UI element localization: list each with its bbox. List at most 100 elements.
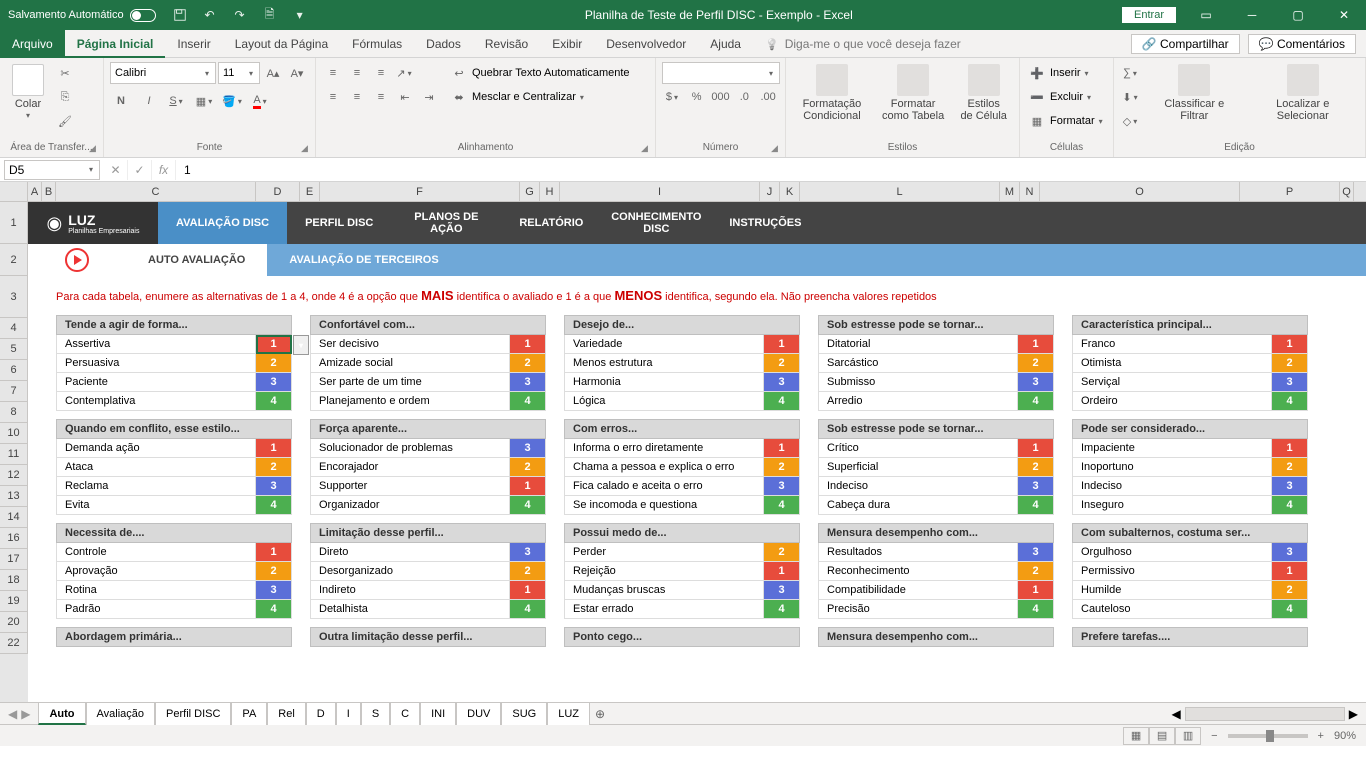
- row-header[interactable]: 7: [0, 381, 28, 402]
- row-header[interactable]: 5: [0, 339, 28, 360]
- nav-tab[interactable]: INSTRUÇÕES: [711, 202, 819, 244]
- select-all-corner[interactable]: [0, 182, 28, 201]
- increase-indent-icon[interactable]: ⇥: [418, 86, 440, 108]
- border-icon[interactable]: ▦: [194, 90, 216, 112]
- nav-tab[interactable]: CONHECIMENTO DISC: [601, 202, 711, 244]
- table-value-cell[interactable]: 4: [1018, 496, 1054, 515]
- name-box[interactable]: D5: [4, 160, 100, 180]
- table-value-cell[interactable]: 3: [764, 373, 800, 392]
- table-value-cell[interactable]: 1: [1018, 335, 1054, 354]
- sheet-tab[interactable]: INI: [420, 703, 456, 725]
- dialog-launcher-icon[interactable]: ◢: [771, 143, 783, 155]
- decrease-indent-icon[interactable]: ⇤: [394, 86, 416, 108]
- autosum-icon[interactable]: ∑: [1120, 62, 1142, 84]
- increase-font-icon[interactable]: A▴: [262, 62, 284, 84]
- table-value-cell[interactable]: 2: [256, 354, 292, 373]
- table-value-cell[interactable]: 1: [1018, 439, 1054, 458]
- table-value-cell[interactable]: 4: [510, 392, 546, 411]
- table-value-cell[interactable]: 3: [256, 477, 292, 496]
- dialog-launcher-icon[interactable]: ◢: [301, 143, 313, 155]
- table-value-cell[interactable]: 3: [510, 439, 546, 458]
- row-header[interactable]: 1: [0, 202, 28, 244]
- cell-styles-button[interactable]: Estilos de Célula: [954, 62, 1013, 124]
- table-value-cell[interactable]: 2: [510, 458, 546, 477]
- sheet-tab[interactable]: Auto: [38, 703, 85, 725]
- clear-icon[interactable]: ◇: [1120, 110, 1142, 132]
- zoom-slider[interactable]: [1228, 734, 1308, 738]
- row-header[interactable]: 8: [0, 402, 28, 423]
- delete-cells-button[interactable]: ➖Excluir: [1026, 86, 1107, 108]
- row-header[interactable]: 16: [0, 528, 28, 549]
- table-value-cell[interactable]: 2: [1018, 562, 1054, 581]
- zoom-in-icon[interactable]: +: [1318, 730, 1324, 742]
- hscroll-left-icon[interactable]: ◀: [1172, 707, 1181, 721]
- copy-icon[interactable]: ⎘: [54, 86, 76, 108]
- ribbon-tab-dados[interactable]: Dados: [414, 30, 473, 58]
- table-value-cell[interactable]: 2: [1018, 458, 1054, 477]
- zoom-level[interactable]: 90%: [1334, 730, 1356, 742]
- table-value-cell[interactable]: 4: [764, 392, 800, 411]
- page-break-view-icon[interactable]: ▥: [1175, 727, 1201, 745]
- table-value-cell[interactable]: 3: [1272, 477, 1308, 496]
- table-value-cell[interactable]: 3: [510, 543, 546, 562]
- signin-button[interactable]: Entrar: [1122, 7, 1176, 23]
- table-value-cell[interactable]: 2: [510, 562, 546, 581]
- sheet-tab[interactable]: PA: [231, 703, 267, 725]
- table-value-cell[interactable]: 1: [256, 335, 292, 354]
- maximize-icon[interactable]: ▢: [1276, 0, 1320, 30]
- table-value-cell[interactable]: 4: [256, 600, 292, 619]
- column-header[interactable]: D: [256, 182, 300, 201]
- redo-icon[interactable]: ↷: [232, 7, 248, 23]
- ribbon-tab-fórmulas[interactable]: Fórmulas: [340, 30, 414, 58]
- number-format-combo[interactable]: [662, 62, 780, 84]
- table-value-cell[interactable]: 1: [1018, 581, 1054, 600]
- column-header[interactable]: A: [28, 182, 42, 201]
- table-value-cell[interactable]: 1: [764, 335, 800, 354]
- tellme-search[interactable]: Diga-me o que você deseja fazer: [765, 37, 961, 51]
- font-name-combo[interactable]: Calibri: [110, 62, 216, 84]
- ribbon-tab-layout-da-página[interactable]: Layout da Página: [223, 30, 340, 58]
- decrease-decimal-icon[interactable]: .00: [757, 86, 779, 108]
- table-value-cell[interactable]: 2: [1272, 458, 1308, 477]
- ribbon-tab-exibir[interactable]: Exibir: [540, 30, 594, 58]
- table-value-cell[interactable]: 1: [256, 543, 292, 562]
- table-value-cell[interactable]: 4: [1018, 392, 1054, 411]
- row-header[interactable]: 13: [0, 486, 28, 507]
- ribbon-tab-arquivo[interactable]: Arquivo: [0, 30, 65, 58]
- row-header[interactable]: 11: [0, 444, 28, 465]
- save-icon[interactable]: [172, 7, 188, 23]
- column-header[interactable]: P: [1240, 182, 1340, 201]
- align-center-icon[interactable]: ≡: [346, 86, 368, 108]
- table-value-cell[interactable]: 2: [510, 354, 546, 373]
- orientation-icon[interactable]: ↗: [394, 62, 416, 84]
- table-value-cell[interactable]: 1: [510, 477, 546, 496]
- table-value-cell[interactable]: 3: [256, 373, 292, 392]
- hscroll-right-icon[interactable]: ▶: [1349, 707, 1358, 721]
- qat-dropdown-icon[interactable]: ▾: [292, 7, 308, 23]
- ribbon-tab-inserir[interactable]: Inserir: [165, 30, 222, 58]
- subnav-tab[interactable]: AVALIAÇÃO DE TERCEIROS: [267, 244, 460, 276]
- table-value-cell[interactable]: 4: [764, 600, 800, 619]
- nav-tab[interactable]: RELATÓRIO: [501, 202, 601, 244]
- cut-icon[interactable]: ✂: [54, 62, 76, 84]
- column-header[interactable]: M: [1000, 182, 1020, 201]
- column-header[interactable]: C: [56, 182, 256, 201]
- table-value-cell[interactable]: 1: [256, 439, 292, 458]
- sheet-tab[interactable]: DUV: [456, 703, 501, 725]
- format-cells-button[interactable]: ▦Formatar: [1026, 110, 1107, 132]
- horizontal-scrollbar[interactable]: [1185, 707, 1345, 721]
- comma-icon[interactable]: 000: [710, 86, 732, 108]
- column-header[interactable]: L: [800, 182, 1000, 201]
- row-header[interactable]: 17: [0, 549, 28, 570]
- sort-filter-button[interactable]: Classificar e Filtrar: [1146, 62, 1243, 124]
- table-value-cell[interactable]: 1: [764, 439, 800, 458]
- ribbon-tab-desenvolvedor[interactable]: Desenvolvedor: [594, 30, 698, 58]
- table-value-cell[interactable]: 1: [510, 335, 546, 354]
- table-value-cell[interactable]: 2: [1272, 354, 1308, 373]
- add-sheet-button[interactable]: ⊕: [590, 707, 610, 721]
- table-value-cell[interactable]: 3: [1272, 373, 1308, 392]
- column-header[interactable]: O: [1040, 182, 1240, 201]
- minimize-icon[interactable]: ─: [1230, 0, 1274, 30]
- wrap-text-button[interactable]: ↩Quebrar Texto Automaticamente: [448, 62, 630, 84]
- table-value-cell[interactable]: 2: [256, 458, 292, 477]
